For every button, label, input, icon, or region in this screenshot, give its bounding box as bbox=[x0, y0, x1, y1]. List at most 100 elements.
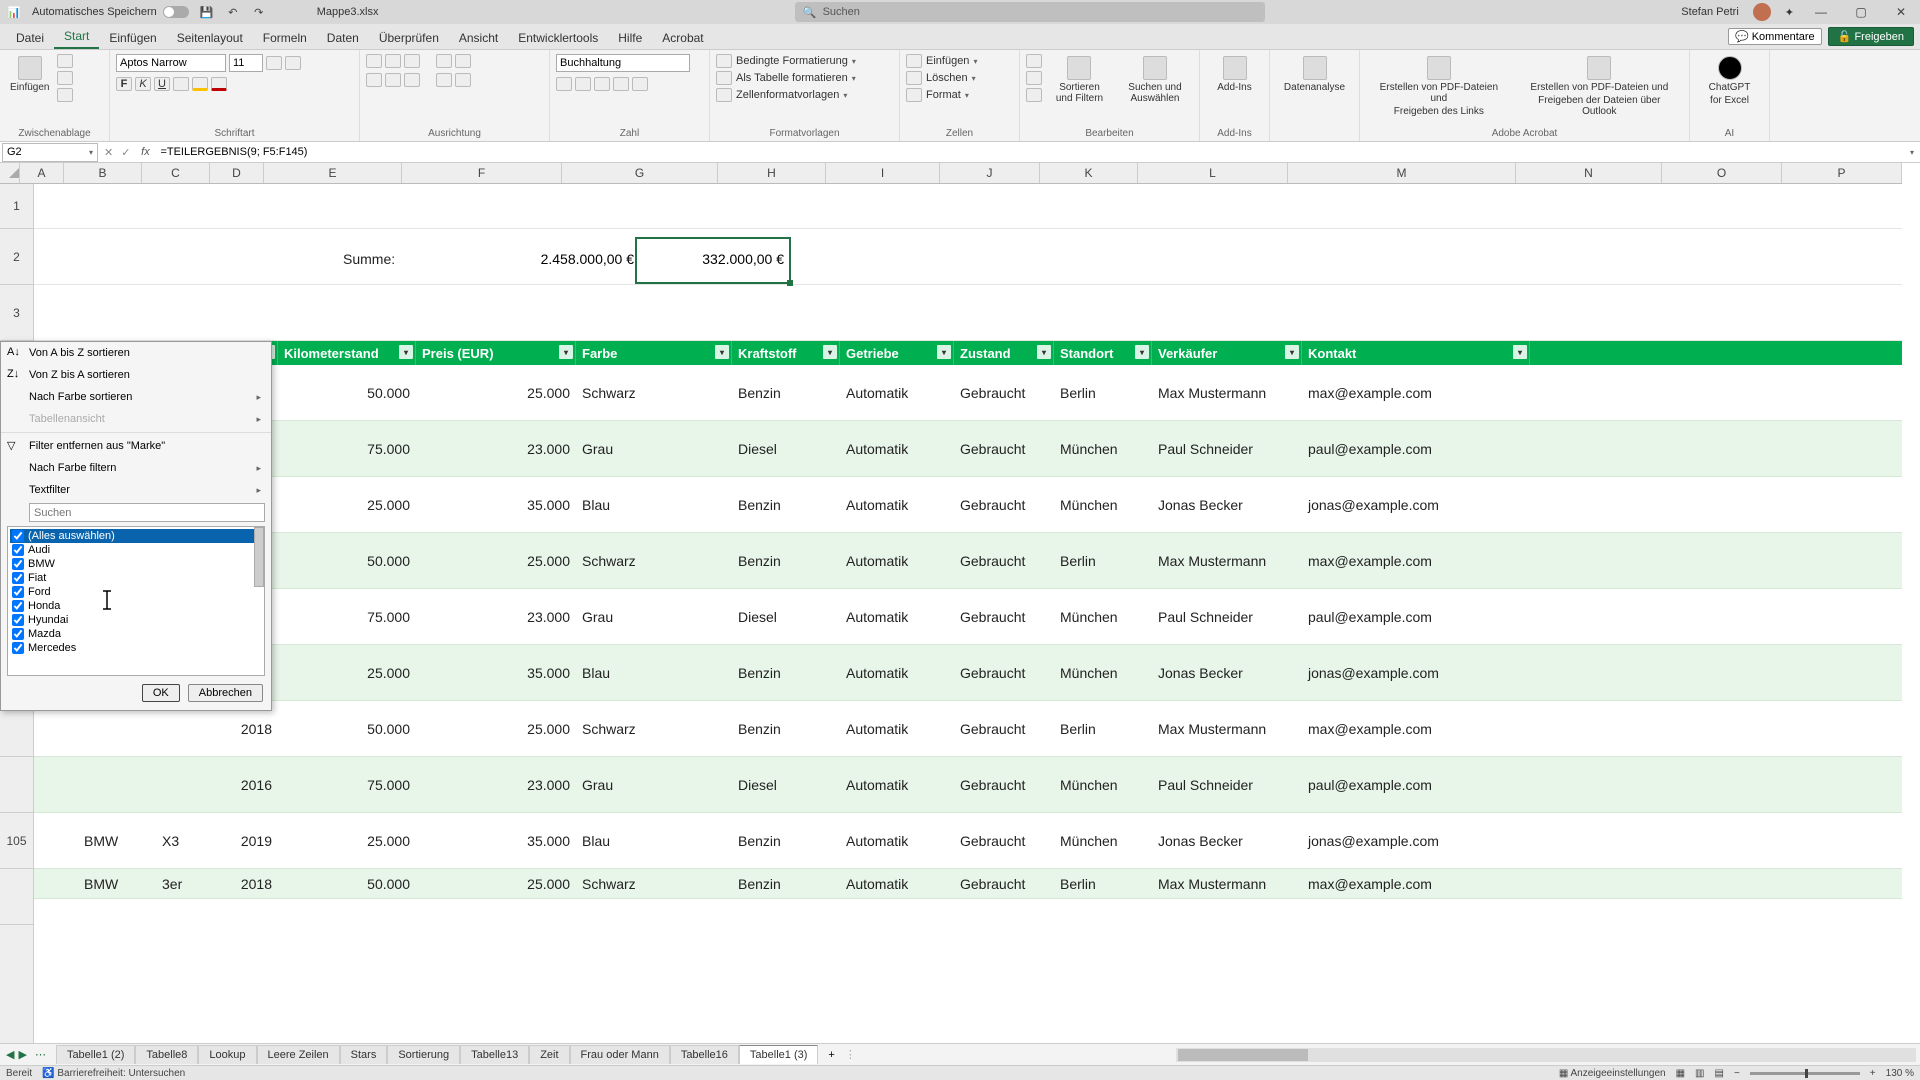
cell[interactable]: Gebraucht bbox=[954, 477, 1054, 532]
cell[interactable]: Diesel bbox=[732, 757, 840, 812]
pdf-share-link-button[interactable]: Erstellen von PDF-Dateien undFreigeben d… bbox=[1366, 54, 1512, 119]
cell[interactable]: Schwarz bbox=[576, 701, 732, 756]
cell[interactable]: Diesel bbox=[732, 421, 840, 476]
cell[interactable]: 75.000 bbox=[278, 589, 416, 644]
tab-start[interactable]: Start bbox=[54, 25, 99, 49]
col-header-O[interactable]: O bbox=[1662, 163, 1782, 183]
column-header-verkäufer[interactable]: Verkäufer▾ bbox=[1152, 341, 1302, 365]
cell[interactable]: Automatik bbox=[840, 701, 954, 756]
cell[interactable]: 50.000 bbox=[278, 869, 416, 898]
cell[interactable]: Grau bbox=[576, 421, 732, 476]
cell-styles-button[interactable]: Zellenformatvorlagen▾ bbox=[716, 88, 893, 102]
cell[interactable] bbox=[34, 869, 78, 898]
cell[interactable]: Gebraucht bbox=[954, 533, 1054, 588]
filter-by-color[interactable]: Nach Farbe filtern▸ bbox=[1, 457, 271, 479]
cell[interactable]: jonas@example.com bbox=[1302, 813, 1530, 868]
currency-icon[interactable] bbox=[556, 77, 572, 91]
cell[interactable]: Gebraucht bbox=[954, 645, 1054, 700]
cell[interactable]: max@example.com bbox=[1302, 869, 1530, 898]
number-format-select[interactable] bbox=[556, 54, 690, 72]
cell[interactable]: Jonas Becker bbox=[1152, 645, 1302, 700]
filter-item[interactable]: Fiat bbox=[10, 571, 262, 585]
cell[interactable]: 25.000 bbox=[278, 813, 416, 868]
table-row[interactable]: 201850.00025.000SchwarzBenzinAutomatikGe… bbox=[34, 701, 1902, 757]
cell[interactable]: Berlin bbox=[1054, 869, 1152, 898]
sheet-tab[interactable]: Lookup bbox=[198, 1045, 256, 1064]
filter-item[interactable]: Mercedes bbox=[10, 641, 262, 655]
cell[interactable]: Grau bbox=[576, 757, 732, 812]
col-header-B[interactable]: B bbox=[64, 163, 142, 183]
coming-soon-icon[interactable]: ✦ bbox=[1785, 6, 1794, 19]
cell[interactable] bbox=[34, 757, 78, 812]
cell[interactable]: Benzin bbox=[732, 477, 840, 532]
table-row[interactable]: BMWX3201925.00035.000BlauBenzinAutomatik… bbox=[34, 813, 1902, 869]
col-header-G[interactable]: G bbox=[562, 163, 718, 183]
filter-dropdown-icon[interactable]: ▾ bbox=[399, 345, 413, 359]
fill-color-icon[interactable] bbox=[192, 77, 208, 91]
cell[interactable]: Automatik bbox=[840, 421, 954, 476]
addins-button[interactable]: Add-Ins bbox=[1206, 54, 1263, 95]
cell[interactable]: Benzin bbox=[732, 813, 840, 868]
orientation-icon[interactable] bbox=[436, 54, 452, 68]
sheet-tab[interactable]: Tabelle8 bbox=[135, 1045, 198, 1064]
cell[interactable]: 35.000 bbox=[416, 477, 576, 532]
pdf-share-outlook-button[interactable]: Erstellen von PDF-Dateien undFreigeben d… bbox=[1516, 54, 1683, 119]
format-cells-button[interactable]: Format▾ bbox=[906, 88, 1013, 102]
expand-formula-icon[interactable]: ▾ bbox=[1904, 148, 1920, 157]
cell[interactable]: Grau bbox=[576, 589, 732, 644]
cell[interactable]: Diesel bbox=[732, 589, 840, 644]
autosum-icon[interactable] bbox=[1026, 54, 1042, 68]
border-icon[interactable] bbox=[173, 77, 189, 91]
view-normal-icon[interactable]: ▦ bbox=[1676, 1068, 1685, 1079]
align-center-icon[interactable] bbox=[385, 73, 401, 87]
cell[interactable]: 25.000 bbox=[416, 869, 576, 898]
copy-icon[interactable] bbox=[57, 71, 73, 85]
bold-icon[interactable]: F bbox=[116, 77, 132, 91]
cell[interactable]: Automatik bbox=[840, 813, 954, 868]
datenanalyse-button[interactable]: Datenanalyse bbox=[1276, 54, 1353, 95]
cell[interactable]: Gebraucht bbox=[954, 869, 1054, 898]
cell[interactable]: Gebraucht bbox=[954, 589, 1054, 644]
cell[interactable]: München bbox=[1054, 645, 1152, 700]
cut-icon[interactable] bbox=[57, 54, 73, 68]
filter-dropdown-icon[interactable]: ▾ bbox=[1135, 345, 1149, 359]
undo-icon[interactable]: ↶ bbox=[225, 4, 241, 20]
decrease-font-icon[interactable] bbox=[285, 56, 301, 70]
filter-dropdown-icon[interactable]: ▾ bbox=[1513, 345, 1527, 359]
cell[interactable]: 23.000 bbox=[416, 757, 576, 812]
zoom-out-icon[interactable]: − bbox=[1734, 1068, 1740, 1079]
cell[interactable]: Blau bbox=[576, 645, 732, 700]
format-as-table-button[interactable]: Als Tabelle formatieren▾ bbox=[716, 71, 893, 85]
row-header[interactable]: 3 bbox=[0, 285, 33, 341]
zoom-slider[interactable] bbox=[1750, 1072, 1860, 1075]
cell[interactable]: Jonas Becker bbox=[1152, 813, 1302, 868]
cell[interactable]: jonas@example.com bbox=[1302, 477, 1530, 532]
italic-icon[interactable]: K bbox=[135, 77, 151, 91]
col-header-P[interactable]: P bbox=[1782, 163, 1902, 183]
filter-dropdown-icon[interactable]: ▾ bbox=[1037, 345, 1051, 359]
cell[interactable]: München bbox=[1054, 757, 1152, 812]
col-header-M[interactable]: M bbox=[1288, 163, 1516, 183]
cell[interactable]: München bbox=[1054, 477, 1152, 532]
cell[interactable]: 35.000 bbox=[416, 645, 576, 700]
merge-icon[interactable] bbox=[455, 73, 471, 87]
select-all-corner[interactable] bbox=[0, 163, 20, 183]
cell[interactable]: 3er bbox=[156, 869, 224, 898]
column-header-farbe[interactable]: Farbe▾ bbox=[576, 341, 732, 365]
font-color-icon[interactable] bbox=[211, 77, 227, 91]
cell[interactable]: Automatik bbox=[840, 869, 954, 898]
col-header-A[interactable]: A bbox=[20, 163, 64, 183]
column-header-getriebe[interactable]: Getriebe▾ bbox=[840, 341, 954, 365]
table-row[interactable]: 201925.00035.000BlauBenzinAutomatikGebra… bbox=[34, 477, 1902, 533]
cell[interactable]: 25.000 bbox=[416, 701, 576, 756]
font-name-input[interactable] bbox=[116, 54, 226, 72]
cell[interactable]: Blau bbox=[576, 813, 732, 868]
cell[interactable]: 25.000 bbox=[278, 477, 416, 532]
col-header-H[interactable]: H bbox=[718, 163, 826, 183]
cell[interactable]: Benzin bbox=[732, 365, 840, 420]
cell[interactable]: Benzin bbox=[732, 869, 840, 898]
align-left-icon[interactable] bbox=[366, 73, 382, 87]
zoom-level[interactable]: 130 % bbox=[1886, 1068, 1914, 1079]
filter-item[interactable]: Honda bbox=[10, 599, 262, 613]
cell[interactable]: 50.000 bbox=[278, 365, 416, 420]
